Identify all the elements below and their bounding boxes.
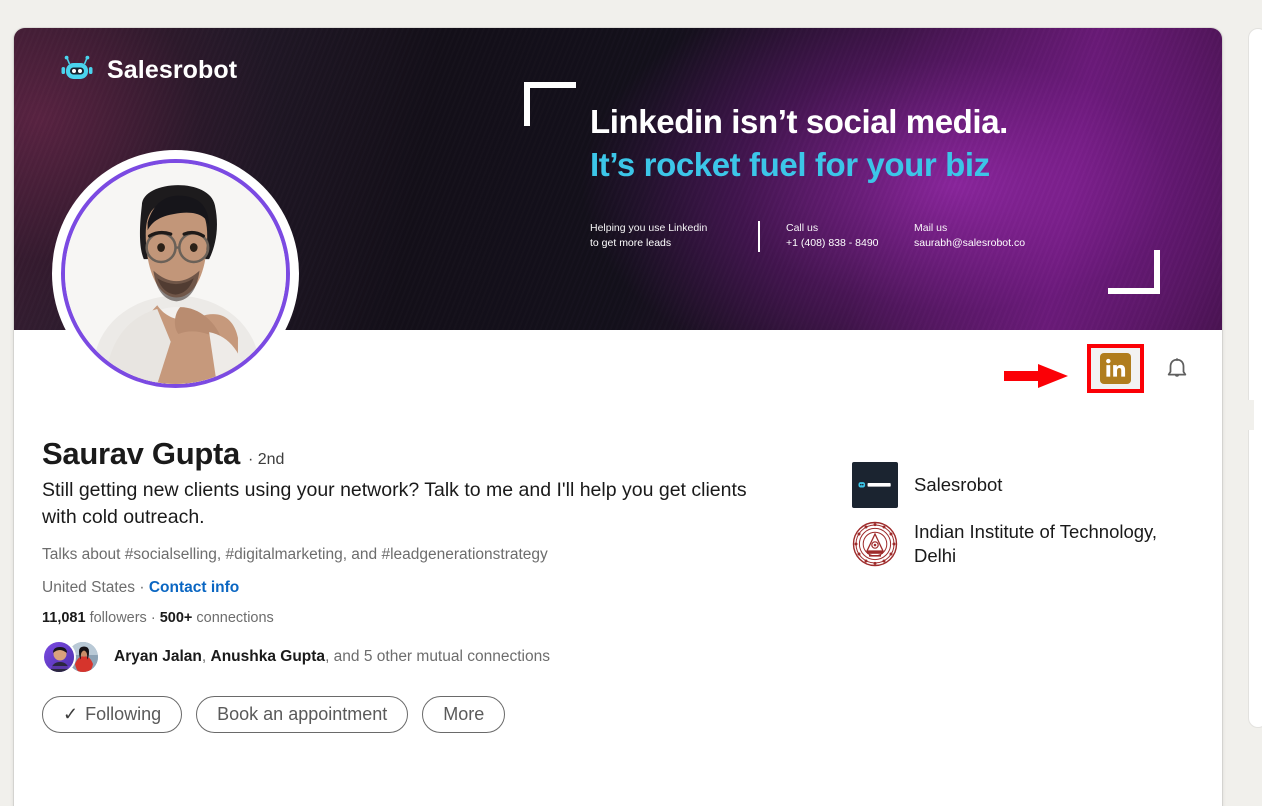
followers-label: followers xyxy=(89,609,147,626)
connection-degree: · 2nd xyxy=(247,451,285,468)
banner-tagline-line2: to get more leads xyxy=(590,237,672,250)
banner-headline-line1: Linkedin isn’t social media. xyxy=(590,103,1008,140)
profile-top-actions xyxy=(1087,344,1194,393)
check-icon: ✓ xyxy=(63,703,79,724)
more-button[interactable]: More xyxy=(422,695,506,733)
avatar-ring xyxy=(61,159,290,388)
more-button-label: More xyxy=(443,703,485,724)
current-company-row[interactable]: Salesrobot xyxy=(852,462,1182,508)
following-button-label: Following xyxy=(85,703,162,724)
connections-count: 500+ xyxy=(159,609,193,626)
mutual-name-2: Anushka Gupta xyxy=(210,647,326,665)
profile-card: Salesrobot Linkedin isn’t social media. … xyxy=(14,28,1222,806)
mutual-avatar-stack xyxy=(42,639,108,674)
salesrobot-company-logo xyxy=(852,462,898,508)
banner-tagline-block: Helping you use Linkedin to get more lea… xyxy=(590,221,758,251)
mutual-connections-text: Aryan Jalan, Anushka Gupta, and 5 other … xyxy=(114,648,550,666)
mutual-suffix: , and 5 other mutual connections xyxy=(325,647,550,665)
education-name: Indian Institute of Technology, Delhi xyxy=(914,521,1158,566)
iit-delhi-crest-icon xyxy=(852,521,898,566)
banner-headline-line2: It’s rocket fuel for your biz xyxy=(590,145,990,183)
mutual-avatar-1 xyxy=(42,639,76,674)
profile-headline: Still getting new clients using your net… xyxy=(42,479,747,528)
book-appointment-button[interactable]: Book an appointment xyxy=(196,695,409,733)
notification-bell-button[interactable] xyxy=(1160,352,1194,386)
banner-call-block: Call us +1 (408) 838 - 8490 xyxy=(786,221,914,251)
followers-count: 11,081 xyxy=(42,609,86,626)
corner-bracket-top-left xyxy=(524,82,576,126)
adjacent-card-notch xyxy=(1244,400,1254,430)
mutual-name-1: Aryan Jalan xyxy=(114,647,202,665)
linkedin-in-icon xyxy=(1106,358,1126,377)
connections-label[interactable]: connections xyxy=(196,610,273,626)
avatar[interactable] xyxy=(52,150,299,397)
brand-name: Salesrobot xyxy=(107,55,238,84)
robot-icon xyxy=(61,55,93,79)
banner-phone-number: +1 (408) 838 - 8490 xyxy=(786,237,879,250)
profile-organizations: Salesrobot Indian Institute of Technolog… xyxy=(852,462,1182,579)
following-button[interactable]: ✓ Following xyxy=(42,695,183,733)
banner-contact-strip: Helping you use Linkedin to get more lea… xyxy=(590,221,1025,252)
book-appointment-label: Book an appointment xyxy=(217,703,388,724)
salesrobot-logo-icon xyxy=(858,482,891,488)
stats-separator: · xyxy=(150,609,156,626)
notification-bell-icon xyxy=(1167,357,1187,377)
profile-location: United States xyxy=(42,578,136,596)
banner-headline: Linkedin isn’t social media. It’s rocket… xyxy=(590,103,1008,185)
banner-mail-block: Mail us saurabh@salesrobot.co xyxy=(914,221,1025,251)
profile-location-row: United States · Contact info xyxy=(42,579,802,597)
linkedin-badge-highlight-box xyxy=(1087,344,1144,393)
salesrobot-brand-lockup: Salesrobot xyxy=(60,55,237,85)
banner-email-address: saurabh@salesrobot.co xyxy=(914,237,1026,250)
linkedin-in-badge-button[interactable] xyxy=(1100,353,1131,384)
profile-stats-row: 11,081 followers · 500+ connections xyxy=(42,610,802,626)
profile-talks-about: Talks about #socialselling, #digitalmark… xyxy=(42,545,548,563)
avatar-photo xyxy=(65,163,286,384)
profile-action-buttons: ✓ Following Book an appointment More xyxy=(42,695,802,733)
contact-info-link[interactable]: Contact info xyxy=(149,579,239,596)
banner-tagline-line1: Helping you use Linkedin xyxy=(590,222,708,234)
banner-call-label: Call us xyxy=(786,222,819,234)
current-company-name: Salesrobot xyxy=(914,474,1003,496)
banner-vertical-divider xyxy=(758,221,760,252)
profile-name-row: Saurav Gupta · 2nd xyxy=(42,436,802,472)
page-title: Saurav Gupta xyxy=(42,436,240,471)
location-separator: · xyxy=(139,578,145,596)
red-pointer-arrow-annotation xyxy=(1004,364,1068,388)
mutual-connections-row[interactable]: Aryan Jalan, Anushka Gupta, and 5 other … xyxy=(42,639,802,674)
mutual-avatar-1-photo xyxy=(44,641,74,672)
iit-delhi-crest-logo xyxy=(852,521,898,567)
screenshot-root: Salesrobot Linkedin isn’t social media. … xyxy=(0,0,1262,806)
mutual-name-separator: , xyxy=(201,647,211,665)
adjacent-card-edge xyxy=(1248,28,1262,728)
banner-mail-label: Mail us xyxy=(914,222,948,234)
profile-details: Saurav Gupta · 2nd Still getting new cli… xyxy=(42,436,802,733)
corner-bracket-bottom-right xyxy=(1108,250,1160,294)
education-row[interactable]: Indian Institute of Technology, Delhi xyxy=(852,520,1182,567)
